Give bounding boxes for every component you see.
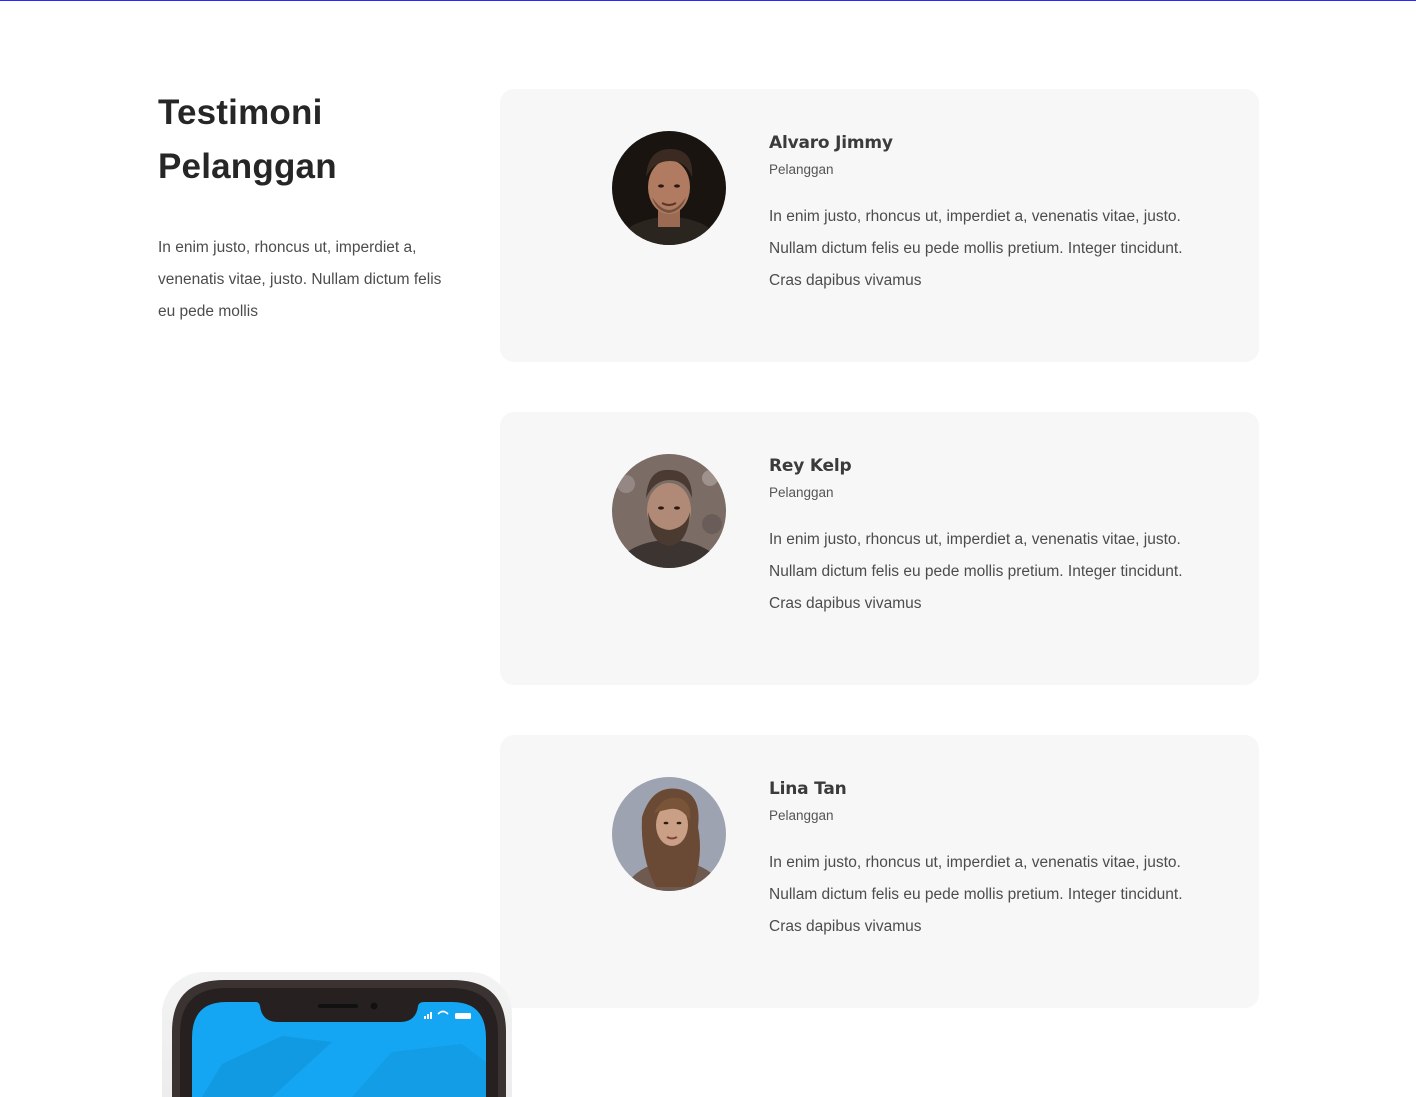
bearded-man-portrait-icon — [612, 454, 726, 568]
section-title-line2: Pelanggan — [158, 147, 337, 186]
customer-role: Pelanggan — [769, 485, 834, 500]
customer-name: Alvaro Jimmy — [769, 133, 893, 153]
testimonial-intro: Testimoni Pelanggan In enim justo, rhonc… — [158, 86, 468, 328]
avatar-alvaro-jimmy — [612, 131, 726, 245]
customer-role: Pelanggan — [769, 808, 834, 823]
man-portrait-icon — [612, 131, 726, 245]
smartphone-icon — [172, 980, 506, 1097]
testimonial-quote: In enim justo, rhoncus ut, imperdiet a, … — [769, 208, 1183, 289]
top-border-line — [0, 0, 1416, 1]
section-title: Testimoni Pelanggan — [158, 86, 468, 194]
phone-mockup — [162, 972, 512, 1097]
customer-name: Rey Kelp — [769, 456, 852, 476]
testimonial-card: Alvaro Jimmy Pelanggan In enim justo, rh… — [500, 89, 1259, 362]
testimonial-quote: In enim justo, rhoncus ut, imperdiet a, … — [769, 854, 1183, 935]
customer-name: Lina Tan — [769, 779, 847, 799]
avatar-lina-tan — [612, 777, 726, 891]
testimonial-card: Rey Kelp Pelanggan In enim justo, rhoncu… — [500, 412, 1259, 685]
testimonial-quote: In enim justo, rhoncus ut, imperdiet a, … — [769, 531, 1183, 612]
avatar-rey-kelp — [612, 454, 726, 568]
customer-role: Pelanggan — [769, 162, 834, 177]
section-description: In enim justo, rhoncus ut, imperdiet a, … — [158, 239, 442, 320]
section-title-line1: Testimoni — [158, 93, 323, 132]
woman-portrait-icon — [612, 777, 726, 891]
testimonial-card: Lina Tan Pelanggan In enim justo, rhoncu… — [500, 735, 1259, 1008]
